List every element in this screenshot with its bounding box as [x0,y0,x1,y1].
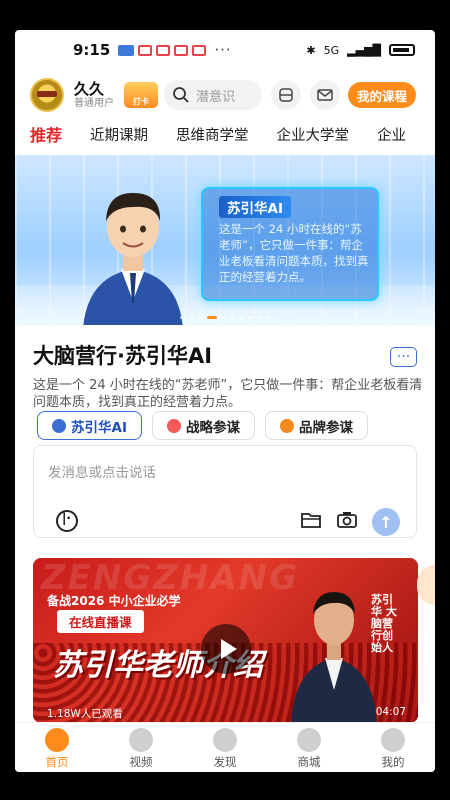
signal-icon: ▂▄▆█ [347,43,381,57]
video-views: 1.18W人已观看 [47,708,123,720]
nav-label: 商城 [297,755,321,769]
scan-icon [279,88,293,102]
ai-avatar-illustration [83,193,183,325]
category-tabs: 推荐 近期课期 思维商学堂 企业大学堂 企业 [15,118,435,150]
nav-label: 视频 [129,755,153,769]
carousel-dot [256,316,262,319]
brand-icon [279,418,294,433]
ellipsis-icon: ··· [396,349,411,365]
battery-icon [389,44,415,56]
status-bar: 9:15 ··· ✱ 5G ▂▄▆█ [15,30,435,70]
checkin-badge[interactable]: 打卡 [124,82,158,108]
scan-button[interactable] [271,80,301,110]
user-level: 普通用户 [74,98,114,109]
carousel-dot [179,316,185,319]
carousel-dot [265,316,271,319]
tab-recent-courses[interactable]: 近期课期 [90,124,148,145]
chat-input-box[interactable]: 发消息或点击说话 ↑ [33,445,417,538]
bluetooth-icon: ✱ [306,43,316,57]
chat-input-placeholder: 发消息或点击说话 [48,465,156,481]
more-notifications-icon: ··· [214,41,232,59]
more-options-button[interactable]: ··· [390,347,417,367]
ai-robot-icon [52,418,66,433]
my-courses-button[interactable]: 我的课程 [348,82,417,108]
profile-icon [381,728,405,752]
ai-section-description: 这是一个 24 小时在线的“苏老师”，它只做一件事：帮企业老板看清问题本质，找到… [33,378,423,410]
discover-icon [213,728,237,752]
chip-brand-advisor[interactable]: 品牌参谋 [264,411,368,440]
carousel-dot [238,316,244,319]
carousel-dot [247,316,253,319]
folder-icon[interactable] [300,510,322,530]
tab-recommend[interactable]: 推荐 [30,122,62,146]
checkin-label: 打卡 [133,97,149,106]
video-duration: 04:07 [375,706,406,718]
speaker-tag: 苏引华 大脑营行创始人 [371,593,397,654]
nav-label: 我的 [381,755,405,769]
chip-label: 苏引华AI [71,419,127,436]
hero-banner[interactable]: 苏引华AI 这是一个 24 小时在线的“苏老师”，它只做一件事：帮企业老板看清问… [15,155,435,325]
nav-mall[interactable]: 商城 [267,723,351,772]
send-button[interactable]: ↑ [372,508,400,536]
bottom-navigation: 首页 视频 发现 商城 我的 [15,722,435,772]
nav-home[interactable]: 首页 [15,723,99,772]
chip-label: 战略参谋 [185,419,240,436]
notification-icon [138,44,153,56]
carousel-dot [188,316,194,319]
carousel-dot [220,316,226,319]
nav-discover[interactable]: 发现 [183,723,267,772]
home-icon [45,728,69,752]
network-label: 5G [323,43,340,57]
message-button[interactable] [310,80,340,110]
nav-video[interactable]: 视频 [99,723,183,772]
ai-assistant-chips: 苏引华AI 战略参谋 品牌参谋 [37,411,368,440]
chip-label: 品牌参谋 [298,419,353,436]
notification-icon [174,44,189,56]
notification-icon [192,44,207,56]
chip-suyinhua-ai[interactable]: 苏引华AI [37,411,142,440]
mail-icon [317,89,333,101]
tab-enterprise[interactable]: 企业 [377,124,406,145]
tab-thinking-school[interactable]: 思维商学堂 [176,124,249,145]
search-input[interactable]: 潜意识 [164,80,262,110]
voice-input-icon[interactable] [56,510,78,532]
status-bezel [0,0,450,30]
video-icon [129,728,153,752]
ai-intro-card: 苏引华AI 这是一个 24 小时在线的“苏老师”，它只做一件事：帮企业老板看清问… [201,187,379,301]
nav-label: 发现 [213,755,237,769]
strategy-icon [166,418,181,433]
floating-audio-button[interactable] [417,565,435,605]
speaker-photo [291,592,377,723]
carousel-dot [197,316,203,319]
shop-icon [297,728,321,752]
search-icon [173,87,189,103]
avatar[interactable] [30,78,64,112]
carousel-dot [229,316,235,319]
app-header: 久久 普通用户 打卡 潜意识 我的课程 [15,75,435,115]
carousel-dot-active [206,316,217,319]
user-info[interactable]: 久久 普通用户 [74,80,114,110]
nav-label: 首页 [45,755,69,769]
tab-enterprise-university[interactable]: 企业大学堂 [277,124,350,145]
notification-icon [156,44,171,56]
live-course-label: 在线直播课 [57,610,144,633]
card-title: 苏引华AI [219,196,291,218]
play-button[interactable] [201,624,251,674]
ai-section-title: 大脑营行·苏引华AI [33,344,213,368]
nav-mine[interactable]: 我的 [351,723,435,772]
card-text: 这是一个 24 小时在线的“苏老师”，它只做一件事：帮企业老板看清问题本质，找到… [219,222,369,284]
search-placeholder: 潜意识 [196,89,236,105]
notification-icon [118,44,135,56]
carousel-indicator [15,316,435,319]
username: 久久 [74,80,105,98]
chip-strategy-advisor[interactable]: 战略参谋 [151,411,255,440]
app-screen: 9:15 ··· ✱ 5G ▂▄▆█ 久久 普通用户 打卡 潜意识 我的课程 推… [15,30,435,772]
camera-icon[interactable] [336,510,358,530]
video-subtitle: 备战2026 中小企业必学 [47,594,181,608]
status-time: 9:15 [73,41,111,59]
arrow-up-icon: ↑ [379,512,393,532]
featured-video[interactable]: ZENGZHANG 备战2026 中小企业必学 在线直播课 苏引华老师介绍 苏引… [33,558,418,723]
